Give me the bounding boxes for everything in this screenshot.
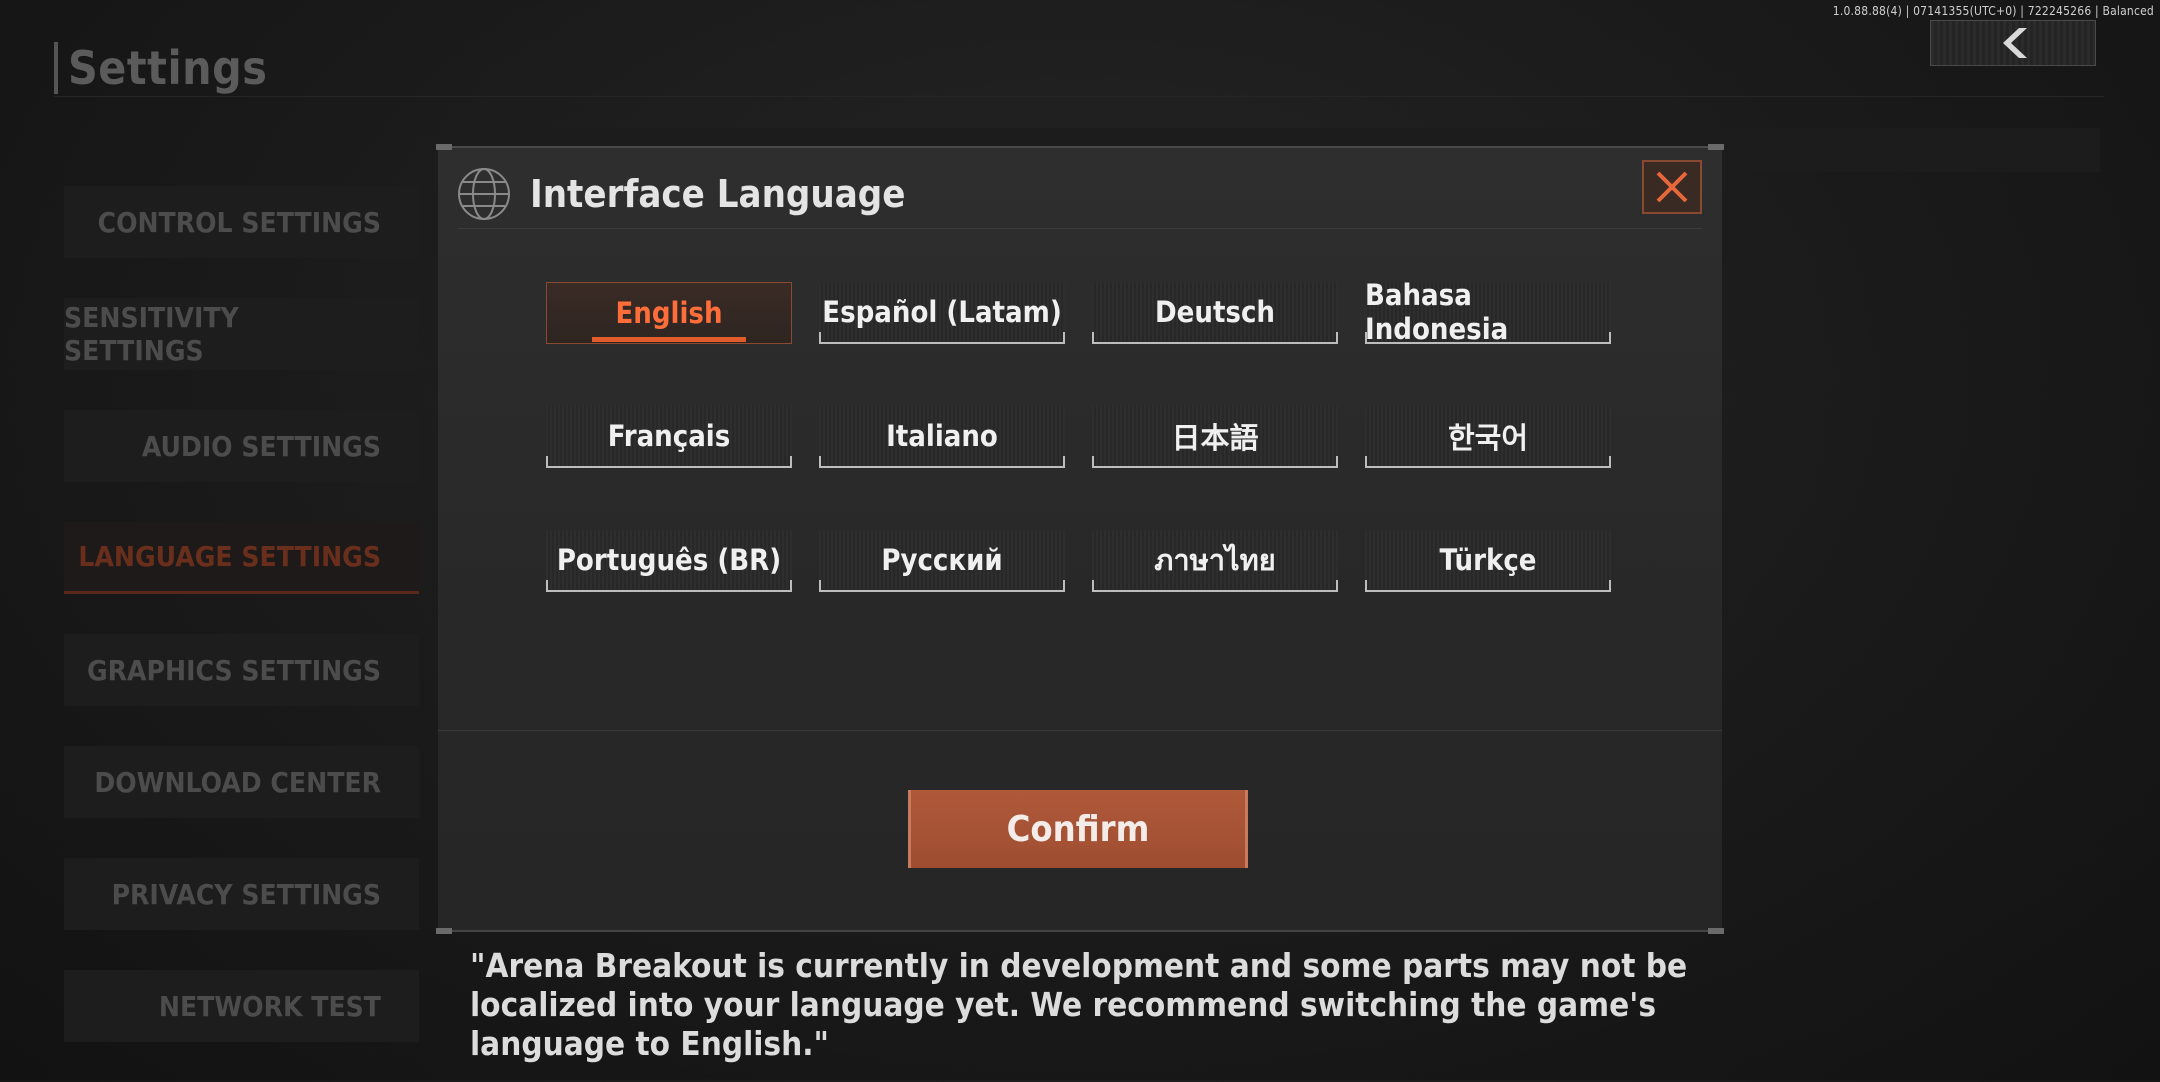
corner-accent — [436, 928, 452, 934]
corner-accent — [436, 144, 452, 150]
chevron-left-icon — [2003, 28, 2027, 58]
language-option-italiano[interactable]: Italiano — [819, 406, 1065, 468]
localization-notice: "Arena Breakout is currently in developm… — [470, 946, 1688, 1063]
close-button[interactable] — [1642, 160, 1702, 214]
language-option-espanol-latam[interactable]: Español (Latam) — [819, 282, 1065, 344]
sidebar-item-label: AUDIO SETTINGS — [141, 429, 381, 463]
sidebar-item-label: CONTROL SETTINGS — [97, 205, 381, 239]
language-label: Deutsch — [1155, 295, 1275, 329]
language-grid: English Español (Latam) Deutsch Bahasa I… — [546, 278, 1611, 592]
dialog-header-divider — [458, 228, 1702, 229]
language-option-english[interactable]: English — [546, 282, 792, 344]
sidebar-item-control-settings[interactable]: CONTROL SETTINGS — [64, 186, 419, 258]
back-button[interactable] — [1930, 20, 2096, 66]
language-label: Français — [607, 419, 731, 453]
globe-icon — [458, 168, 510, 220]
title-divider — [54, 96, 2104, 97]
sidebar-item-label: DOWNLOAD CENTER — [94, 765, 381, 799]
selected-indicator — [592, 337, 746, 342]
language-label: Русский — [881, 543, 1003, 577]
sidebar-item-language-settings[interactable]: LANGUAGE SETTINGS — [64, 522, 419, 594]
language-label: 한국어 — [1447, 421, 1529, 455]
language-option-thai[interactable]: ภาษาไทย — [1092, 530, 1338, 592]
sidebar-item-audio-settings[interactable]: AUDIO SETTINGS — [64, 410, 419, 482]
sidebar-item-download-center[interactable]: DOWNLOAD CENTER — [64, 746, 419, 818]
language-option-portugues-br[interactable]: Português (BR) — [546, 530, 792, 592]
language-option-deutsch[interactable]: Deutsch — [1092, 282, 1338, 344]
language-label: ภาษาไทย — [1154, 543, 1276, 577]
confirm-button[interactable]: Confirm — [908, 790, 1248, 868]
sidebar-item-label: LANGUAGE SETTINGS — [78, 540, 381, 573]
language-label: Español (Latam) — [822, 295, 1062, 329]
language-label: English — [615, 296, 723, 330]
close-icon — [1656, 171, 1688, 203]
sidebar: CONTROL SETTINGS SENSITIVITY SETTINGS AU… — [64, 186, 419, 1082]
language-label: Português (BR) — [556, 543, 782, 577]
sidebar-item-privacy-settings[interactable]: PRIVACY SETTINGS — [64, 858, 419, 930]
sidebar-item-label: PRIVACY SETTINGS — [111, 877, 381, 911]
language-option-francais[interactable]: Français — [546, 406, 792, 468]
page-title: Settings — [68, 41, 268, 95]
sidebar-item-network-test[interactable]: NETWORK TEST — [64, 970, 419, 1042]
language-label: Türkçe — [1439, 543, 1537, 577]
language-label: Italiano — [886, 419, 998, 453]
sidebar-item-graphics-settings[interactable]: GRAPHICS SETTINGS — [64, 634, 419, 706]
language-option-turkce[interactable]: Türkçe — [1365, 530, 1611, 592]
corner-accent — [1708, 144, 1724, 150]
status-bar: 1.0.88.88(4) | 07141355(UTC+0) | 7222452… — [1832, 4, 2154, 18]
dialog-title: Interface Language — [530, 172, 906, 216]
sidebar-item-label: NETWORK TEST — [158, 989, 381, 1023]
interface-language-dialog: Interface Language English Español (Lata… — [436, 144, 1724, 934]
language-option-korean[interactable]: 한국어 — [1365, 406, 1611, 468]
dialog-footer-divider — [438, 730, 1722, 731]
sidebar-item-label: GRAPHICS SETTINGS — [86, 653, 381, 687]
language-option-bahasa-indonesia[interactable]: Bahasa Indonesia — [1365, 278, 1611, 346]
sidebar-item-label: SENSITIVITY SETTINGS — [64, 301, 239, 367]
sidebar-item-sensitivity-settings[interactable]: SENSITIVITY SETTINGS — [64, 298, 419, 370]
language-label: 日本語 — [1171, 421, 1259, 455]
corner-accent — [1708, 928, 1724, 934]
language-option-russian[interactable]: Русский — [819, 530, 1065, 592]
language-label: Bahasa Indonesia — [1365, 278, 1509, 346]
language-option-japanese[interactable]: 日本語 — [1092, 406, 1338, 468]
page-title-wrap: Settings — [54, 41, 268, 95]
